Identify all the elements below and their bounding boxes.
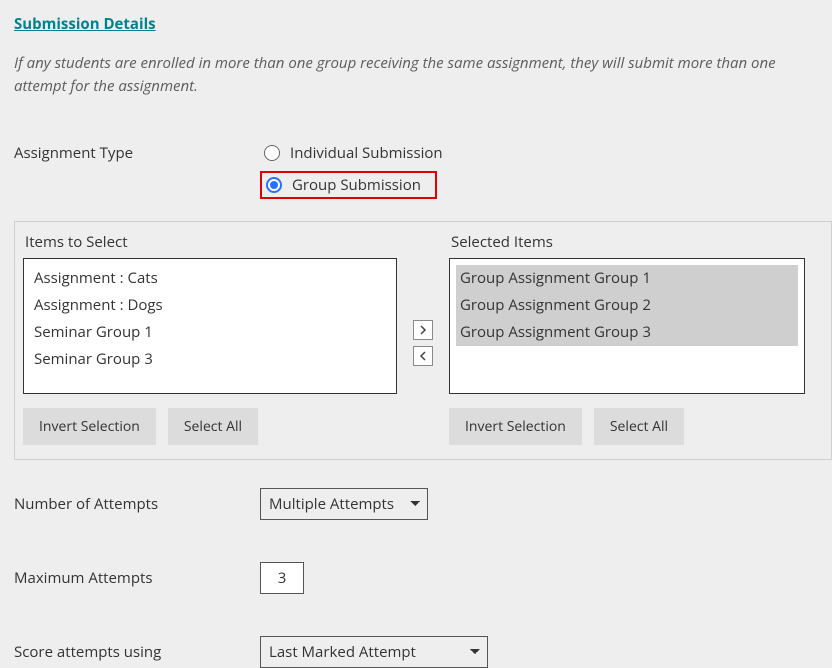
- info-text: If any students are enrolled in more tha…: [14, 52, 832, 99]
- score-attempts-using-label: Score attempts using: [14, 642, 260, 662]
- radio-icon: [264, 145, 280, 161]
- radio-icon: [266, 177, 282, 193]
- list-item[interactable]: Seminar Group 3: [30, 346, 390, 373]
- radio-label: Group Submission: [292, 175, 421, 195]
- list-item[interactable]: Group Assignment Group 3: [456, 319, 798, 346]
- select-all-button-right[interactable]: Select All: [594, 408, 684, 445]
- chevron-right-icon: [419, 325, 427, 335]
- items-to-select-header: Items to Select: [23, 232, 397, 252]
- radio-group-submission[interactable]: Group Submission: [260, 171, 437, 199]
- number-of-attempts-label: Number of Attempts: [14, 494, 260, 514]
- assignment-type-radio-group: Individual Submission Group Submission: [260, 141, 832, 199]
- list-item[interactable]: Seminar Group 1: [30, 319, 390, 346]
- list-item[interactable]: Group Assignment Group 1: [456, 265, 798, 292]
- dual-list-panel: Items to Select Assignment : Cats Assign…: [14, 221, 832, 460]
- select-all-button-left[interactable]: Select All: [168, 408, 258, 445]
- selected-items-column: Selected Items Group Assignment Group 1 …: [449, 232, 805, 445]
- list-item[interactable]: Assignment : Cats: [30, 265, 390, 292]
- radio-label: Individual Submission: [290, 143, 443, 163]
- selected-items-header: Selected Items: [449, 232, 805, 252]
- radio-individual-submission[interactable]: Individual Submission: [260, 141, 832, 165]
- move-left-button[interactable]: [413, 346, 433, 366]
- invert-selection-button-right[interactable]: Invert Selection: [449, 408, 582, 445]
- maximum-attempts-input[interactable]: [260, 562, 304, 594]
- chevron-left-icon: [419, 351, 427, 361]
- items-to-select-column: Items to Select Assignment : Cats Assign…: [23, 232, 397, 445]
- move-right-button[interactable]: [413, 320, 433, 340]
- invert-selection-button-left[interactable]: Invert Selection: [23, 408, 156, 445]
- selected-items-listbox[interactable]: Group Assignment Group 1 Group Assignmen…: [449, 258, 805, 394]
- section-title[interactable]: Submission Details: [14, 14, 832, 34]
- maximum-attempts-label: Maximum Attempts: [14, 568, 260, 588]
- list-item[interactable]: Assignment : Dogs: [30, 292, 390, 319]
- number-of-attempts-select[interactable]: Multiple Attempts: [260, 488, 428, 520]
- transfer-buttons: [403, 232, 443, 445]
- items-to-select-listbox[interactable]: Assignment : Cats Assignment : Dogs Semi…: [23, 258, 397, 394]
- list-item[interactable]: Group Assignment Group 2: [456, 292, 798, 319]
- assignment-type-label: Assignment Type: [14, 141, 260, 199]
